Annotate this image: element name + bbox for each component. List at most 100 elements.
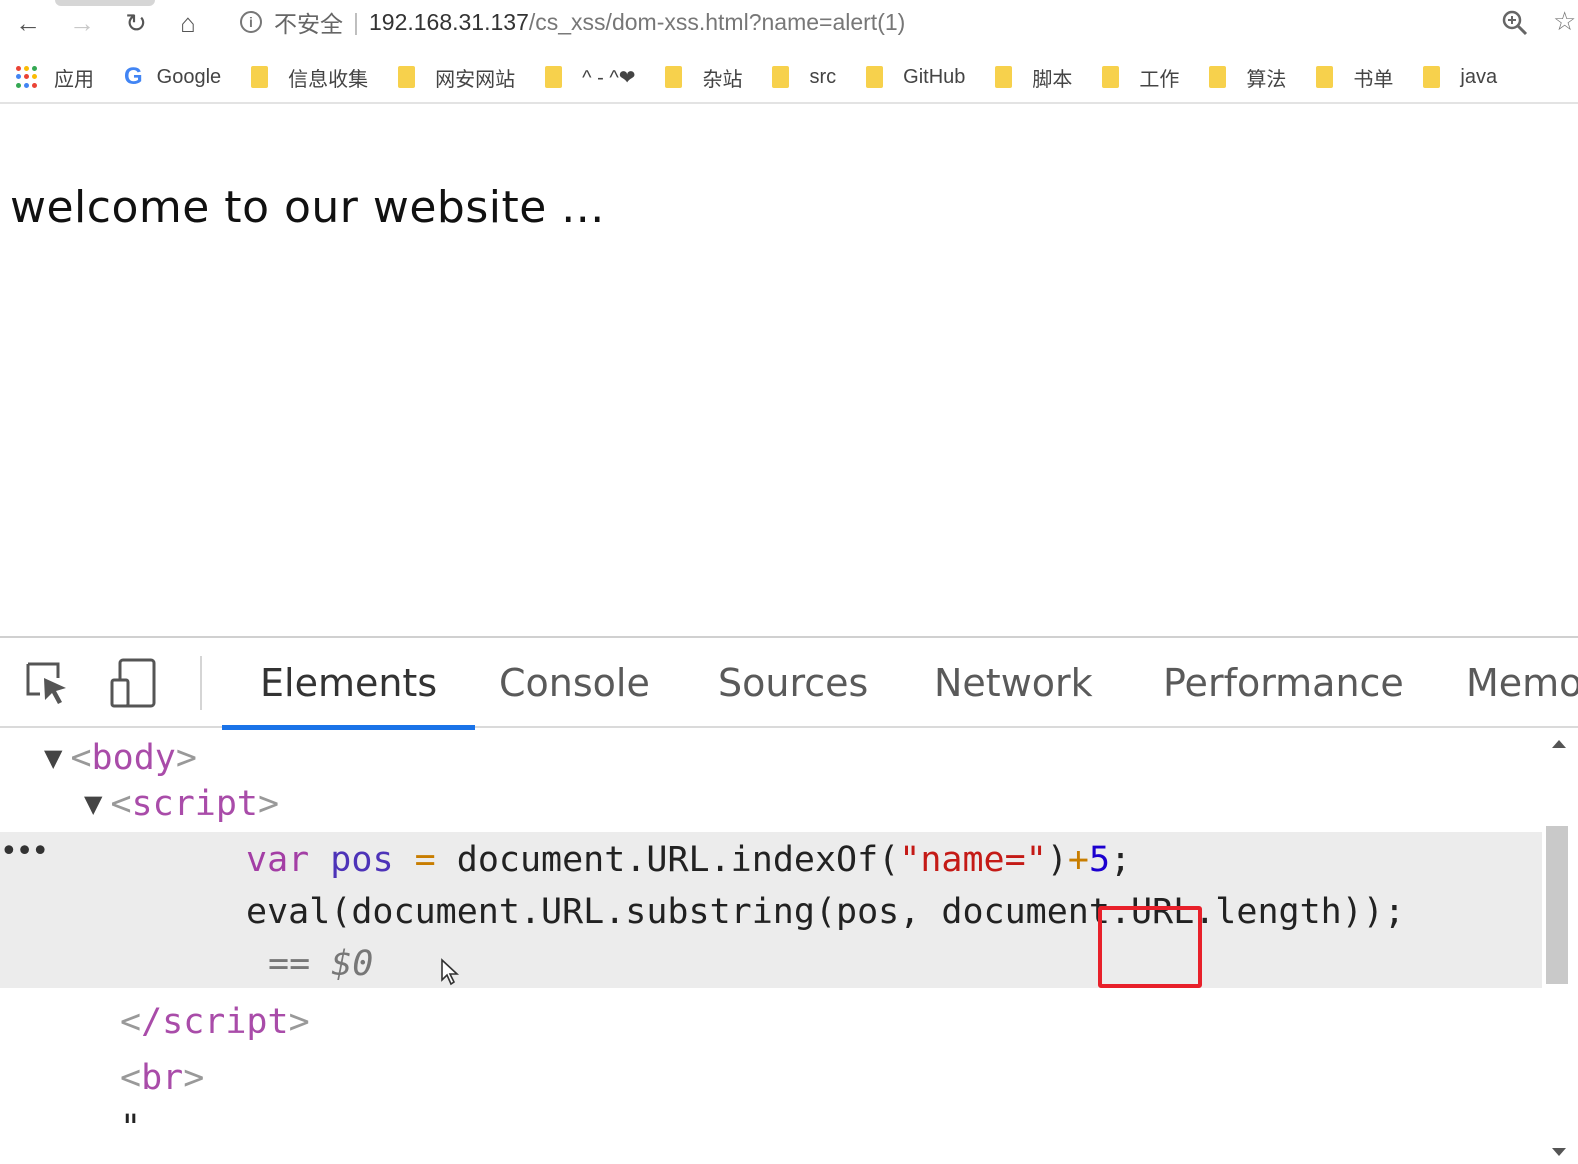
annotation-highlight-box xyxy=(1098,906,1202,988)
bookmark-item[interactable]: 信息收集 xyxy=(251,57,368,97)
bookmark-label: 网安网站 xyxy=(435,68,516,91)
code-keyword: var xyxy=(246,840,310,880)
bookmarks-bar: 应用 G Google 信息收集 网安网站 ^ - ^❤ 杂站 src GitHub 脚本 工作 算法… xyxy=(0,52,1578,104)
tag-name-script-close: /script xyxy=(141,1002,289,1042)
dom-node-script[interactable]: ▼ < script > xyxy=(84,776,279,832)
code-variable: pos xyxy=(330,840,394,880)
apps-grid-icon xyxy=(16,66,38,88)
scroll-thumb[interactable] xyxy=(1546,826,1568,984)
code-plus: + xyxy=(1067,840,1089,880)
code-number: 5 xyxy=(1088,840,1111,880)
folder-icon xyxy=(545,66,563,88)
folder-icon xyxy=(1102,66,1120,88)
bookmark-star-icon[interactable]: ☆ xyxy=(1553,6,1576,37)
node-actions-ellipsis[interactable]: ••• xyxy=(0,834,49,869)
dollar-zero-marker: == $0 xyxy=(268,944,374,984)
elements-scrollbar[interactable] xyxy=(1542,730,1578,1164)
browser-toolbar: ← → ↻ ⌂ i 不安全 | 192.168.31.137 /cs_xss/d… xyxy=(0,0,1578,48)
reload-button[interactable]: ↻ xyxy=(118,6,154,40)
script-code-line-2[interactable]: eval(document.URL.substring(pos, documen… xyxy=(246,884,1405,940)
forward-button[interactable]: → xyxy=(64,6,100,40)
forward-arrow-icon: → xyxy=(69,7,95,38)
dom-node-br[interactable]: < br > xyxy=(120,1050,204,1106)
google-icon: G xyxy=(124,63,143,90)
code-operator: = xyxy=(414,840,436,880)
bookmark-label: src xyxy=(809,65,837,88)
page-viewport: welcome to our website ... xyxy=(0,106,1578,636)
home-button[interactable]: ⌂ xyxy=(170,6,206,40)
folder-icon xyxy=(995,66,1013,88)
bookmark-item[interactable]: 算法 xyxy=(1209,57,1286,97)
selected-node-marker: == $0 xyxy=(268,936,373,992)
info-icon[interactable]: i xyxy=(240,11,262,33)
dom-node-script-close[interactable]: </script > xyxy=(120,994,310,1050)
code-close-paren: ) xyxy=(1046,840,1068,880)
expand-triangle-icon[interactable]: ▼ xyxy=(44,744,62,772)
zoom-icon[interactable] xyxy=(1500,8,1530,38)
scroll-down-arrow-icon[interactable] xyxy=(1552,1148,1566,1156)
code-eval-line: eval(document.URL.substring(pos, documen… xyxy=(246,892,1405,932)
code-expression: document.URL.indexOf( xyxy=(456,840,900,880)
bookmark-item[interactable]: 应用 xyxy=(16,57,94,97)
folder-icon xyxy=(665,66,683,88)
devtools-tab-network[interactable]: Network xyxy=(896,638,1131,728)
bookmark-item[interactable]: java xyxy=(1423,57,1497,97)
devtools-tab-elements[interactable]: Elements xyxy=(222,638,476,730)
url-separator: | xyxy=(353,8,359,35)
folder-icon xyxy=(772,66,790,88)
bookmark-item[interactable]: ^ - ^❤ xyxy=(545,57,635,97)
folder-icon xyxy=(866,66,884,88)
bookmark-item[interactable]: src xyxy=(772,57,836,97)
bookmark-item[interactable]: 工作 xyxy=(1102,57,1179,97)
bookmark-label: ^ - ^❤ xyxy=(582,66,636,89)
bookmark-label: java xyxy=(1460,65,1498,88)
folder-icon xyxy=(1316,66,1334,88)
folder-icon xyxy=(1209,66,1227,88)
address-bar[interactable]: i 不安全 | 192.168.31.137 /cs_xss/dom-xss.h… xyxy=(240,6,905,38)
folder-icon xyxy=(1423,66,1441,88)
tag-name-body: body xyxy=(91,738,176,778)
bookmark-item[interactable]: 杂站 xyxy=(665,57,742,97)
back-button[interactable]: ← xyxy=(10,6,46,40)
url-host: 192.168.31.137 xyxy=(368,8,529,35)
bookmark-item[interactable]: G Google xyxy=(124,57,221,97)
device-toggle-icon[interactable] xyxy=(106,656,160,710)
folder-icon xyxy=(251,66,269,88)
bookmark-label: 杂站 xyxy=(702,68,743,91)
script-code-line-1[interactable]: var pos = document.URL.indexOf("name=") +… xyxy=(246,832,1131,888)
back-arrow-icon: ← xyxy=(15,7,41,38)
url-path: /cs_xss/dom-xss.html?name=alert(1) xyxy=(528,8,906,35)
bookmark-label: GitHub xyxy=(903,65,966,88)
text-node-quote: " xyxy=(120,1108,142,1148)
bookmark-label: 算法 xyxy=(1246,68,1287,91)
devtools-tab-console[interactable]: Console xyxy=(461,638,688,728)
bookmark-label: 脚本 xyxy=(1032,68,1073,91)
devtools-toolbar: Elements Console Sources Network Performance… xyxy=(0,638,1578,730)
bookmark-item[interactable]: 书单 xyxy=(1316,57,1393,97)
dom-text-node[interactable]: " xyxy=(120,1100,141,1156)
elements-tree: ••• ▼ < body > ▼ < script > var pos = docume… xyxy=(0,730,1578,1164)
devtools-panel: Elements Console Sources Network Performance… xyxy=(0,636,1578,1164)
code-semicolon: ; xyxy=(1110,840,1132,880)
mouse-cursor-icon xyxy=(441,958,460,986)
folder-icon xyxy=(398,66,416,88)
bookmark-label: 工作 xyxy=(1139,68,1180,91)
bookmark-item[interactable]: 网安网站 xyxy=(398,57,515,97)
home-icon: ⌂ xyxy=(180,7,196,38)
code-string: "name=" xyxy=(899,840,1047,880)
reload-icon: ↻ xyxy=(125,7,147,38)
tag-name-br: br xyxy=(141,1058,184,1098)
bookmark-item[interactable]: GitHub xyxy=(866,57,965,97)
devtools-tab-sources[interactable]: Sources xyxy=(680,638,906,728)
devtools-tab-performance[interactable]: Performance xyxy=(1125,638,1442,728)
bookmark-label: 信息收集 xyxy=(288,68,369,91)
welcome-text: welcome to our website ... xyxy=(10,182,605,233)
bookmark-label: 应用 xyxy=(54,68,94,91)
bookmark-label: Google xyxy=(156,65,222,88)
devtools-tab-memo[interactable]: Memo xyxy=(1428,638,1578,728)
inspect-element-icon[interactable] xyxy=(20,656,74,710)
expand-triangle-icon[interactable]: ▼ xyxy=(84,790,102,818)
scroll-up-arrow-icon[interactable] xyxy=(1552,740,1566,748)
bookmark-item[interactable]: 脚本 xyxy=(995,57,1072,97)
insecure-label: 不安全 xyxy=(274,11,343,37)
